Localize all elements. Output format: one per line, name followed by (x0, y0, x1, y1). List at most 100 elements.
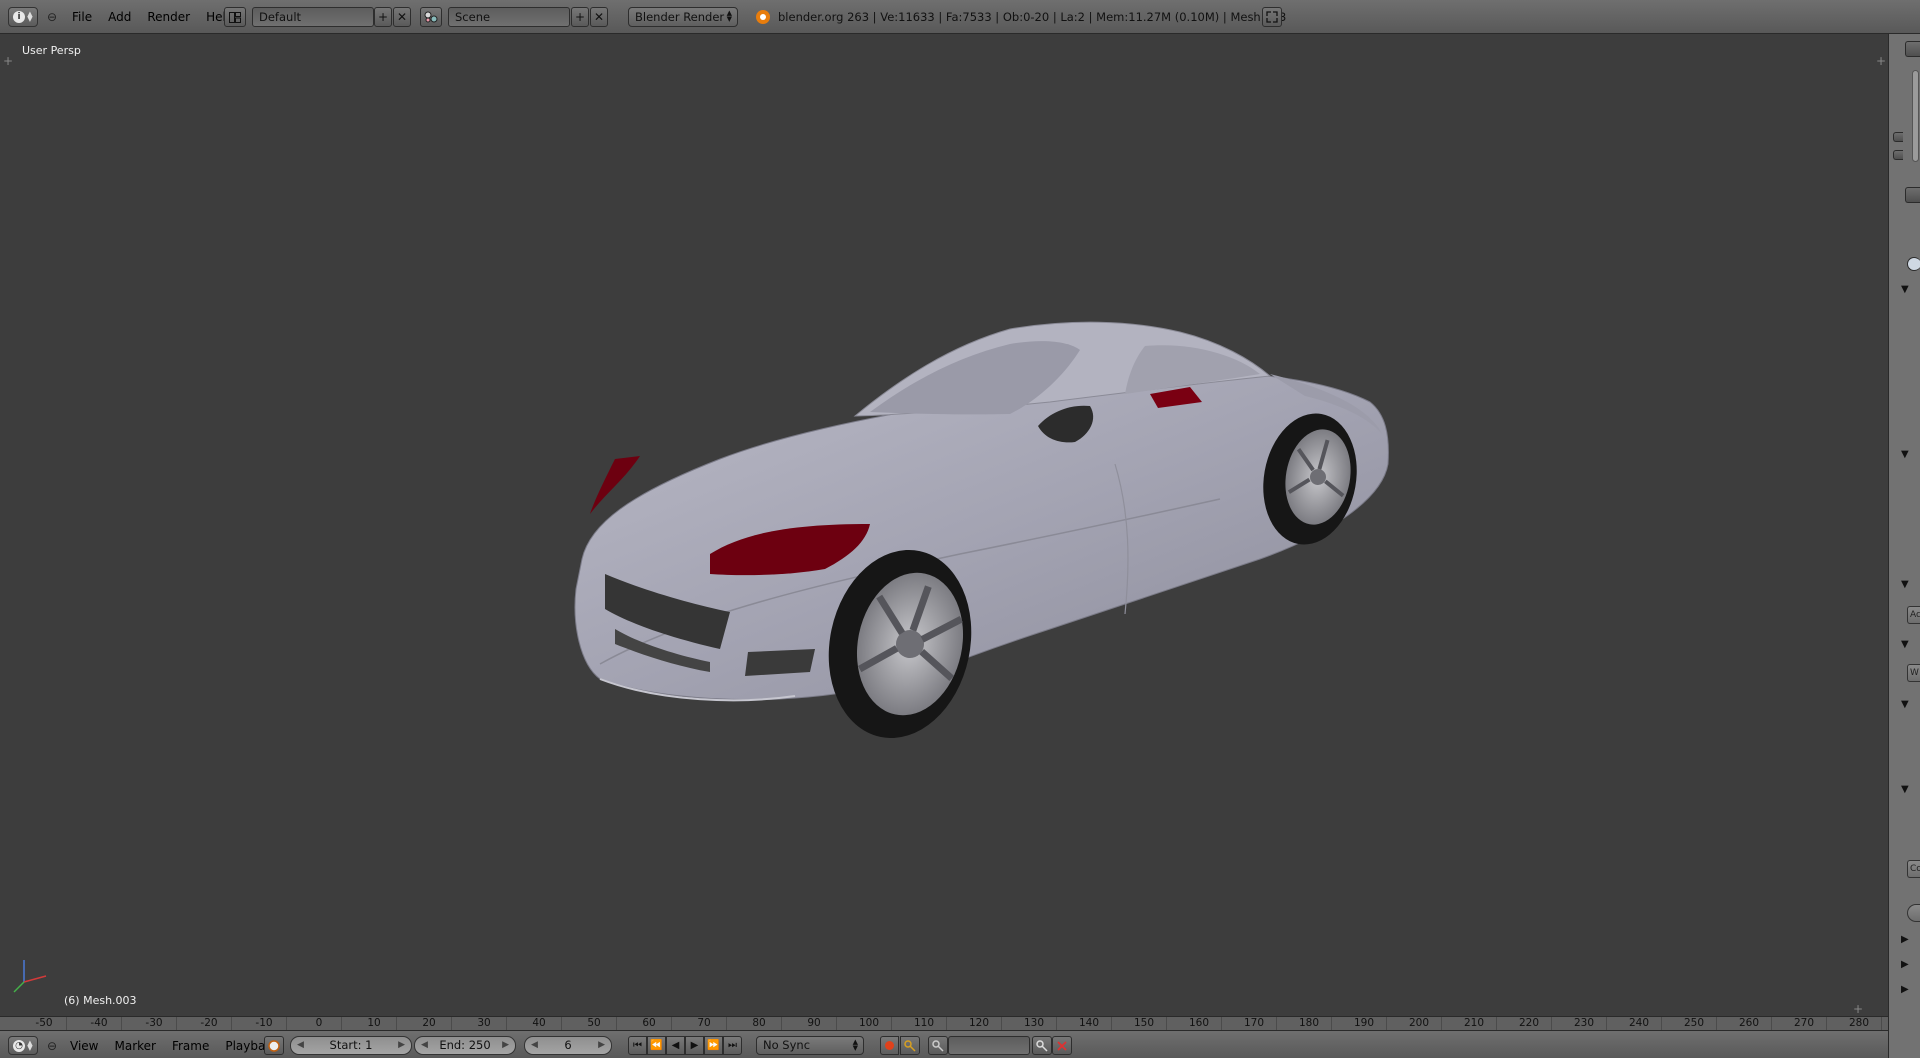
panel-expand-icon[interactable]: ▶ (1901, 934, 1909, 945)
timeline-header: ◔ ▲ ▼ ⊖ View Marker Frame Playback ◀ Star… (0, 1030, 1888, 1058)
ruler-tick-label: -30 (145, 1017, 163, 1029)
ruler-gridline (726, 1017, 727, 1030)
sync-mode-select[interactable]: No Sync ▲ ▼ (756, 1036, 864, 1055)
panel-collapse-icon[interactable]: ▼ (1901, 639, 1909, 650)
add-scene-button[interactable]: + (571, 7, 589, 27)
3d-viewport[interactable]: User Persp + + + (6) Mesh.003 (0, 34, 1888, 1016)
ruler-gridline (1661, 1017, 1662, 1030)
delete-scene-button[interactable]: ✕ (590, 7, 608, 27)
active-keying-set-field[interactable] (948, 1036, 1030, 1055)
menu-file[interactable]: File (64, 7, 100, 27)
clipped-slider[interactable] (1907, 904, 1920, 922)
ruler-gridline (396, 1017, 397, 1030)
current-frame-field[interactable]: ◀ 6 ▶ (524, 1036, 612, 1055)
ruler-gridline (616, 1017, 617, 1030)
clock-icon: ◔ (13, 1039, 25, 1052)
decrement-arrow-icon[interactable]: ◀ (531, 1037, 538, 1054)
jump-to-next-keyframe-button[interactable]: ⏩ (704, 1036, 723, 1055)
play-reverse-button[interactable]: ◀ (666, 1036, 685, 1055)
ruler-tick-label: 240 (1628, 1017, 1650, 1029)
scene-field[interactable]: Scene (448, 7, 570, 27)
increment-arrow-icon[interactable]: ▶ (598, 1037, 605, 1054)
ruler-tick-label: 160 (1188, 1017, 1210, 1029)
clipped-button[interactable]: Co (1907, 860, 1920, 878)
axis-gizmo-icon (13, 960, 47, 993)
ruler-tick-label: 140 (1078, 1017, 1100, 1029)
render-engine-select[interactable]: Blender Render ▲ ▼ (628, 7, 738, 27)
panel-collapse-icon[interactable]: ▼ (1901, 579, 1909, 590)
clipped-button[interactable]: W (1907, 664, 1920, 682)
outliner-editor-icon[interactable] (1905, 41, 1920, 57)
fullscreen-toggle-button[interactable] (1262, 7, 1282, 27)
area-split-handle[interactable]: + (3, 54, 13, 68)
properties-editor-icon[interactable] (1905, 187, 1920, 203)
menu-view[interactable]: View (62, 1036, 106, 1055)
area-split-handle[interactable]: + (1853, 1002, 1863, 1016)
decrement-arrow-icon[interactable]: ◀ (421, 1037, 428, 1054)
menu-render[interactable]: Render (139, 7, 198, 27)
panel-collapse-icon[interactable]: ▼ (1901, 699, 1909, 710)
area-split-handle[interactable]: + (1876, 54, 1886, 68)
updown-arrows-icon: ▲ ▼ (726, 9, 732, 23)
editor-type-selector[interactable]: i ▲ ▼ (8, 7, 38, 27)
render-engine-label: Blender Render (635, 10, 725, 24)
ruler-gridline (836, 1017, 837, 1030)
editor-type-selector[interactable]: ◔ ▲ ▼ (8, 1036, 38, 1055)
ruler-tick-label: 90 (807, 1017, 821, 1029)
menu-frame[interactable]: Frame (164, 1036, 217, 1055)
ruler-gridline (1826, 1017, 1827, 1030)
keying-mode-button[interactable] (900, 1036, 920, 1055)
jump-to-start-button[interactable]: ⏮ (628, 1036, 647, 1055)
clipped-button[interactable]: Ac (1907, 606, 1920, 624)
fullscreen-icon (1266, 11, 1278, 23)
keying-set-icon-button[interactable] (928, 1036, 948, 1055)
collapse-menus-icon[interactable]: ⊖ (46, 1036, 58, 1055)
ruler-tick-label: 180 (1298, 1017, 1320, 1029)
end-frame-field[interactable]: ◀ End: 250 ▶ (414, 1036, 516, 1055)
ruler-tick-label: 120 (968, 1017, 990, 1029)
car-mesh[interactable] (570, 284, 1410, 754)
ruler-tick-label: 0 (315, 1017, 323, 1029)
add-screen-button[interactable]: + (374, 7, 392, 27)
panel-collapse-icon[interactable]: ▼ (1901, 784, 1909, 795)
increment-arrow-icon[interactable]: ▶ (398, 1037, 405, 1054)
ruler-tick-label: 260 (1738, 1017, 1760, 1029)
preview-range-toggle[interactable] (264, 1036, 284, 1055)
auto-keying-record-button[interactable] (880, 1036, 899, 1055)
play-button[interactable]: ▶ (685, 1036, 704, 1055)
panel-expand-icon[interactable]: ▶ (1901, 984, 1909, 995)
increment-arrow-icon[interactable]: ▶ (502, 1037, 509, 1054)
screen-layout-field[interactable]: Default (252, 7, 374, 27)
panel-collapse-icon[interactable]: ▼ (1901, 284, 1909, 295)
clock-icon (268, 1039, 280, 1052)
ruler-gridline (121, 1017, 122, 1030)
visibility-icon[interactable] (1893, 132, 1903, 142)
collapse-menus-icon[interactable]: ⊖ (46, 7, 58, 27)
start-frame-field[interactable]: ◀ Start: 1 ▶ (290, 1036, 412, 1055)
jump-to-prev-keyframe-button[interactable]: ⏪ (647, 1036, 666, 1055)
delete-screen-button[interactable]: ✕ (393, 7, 411, 27)
delete-keyframe-button[interactable] (1052, 1036, 1072, 1055)
ruler-gridline (231, 1017, 232, 1030)
world-icon[interactable] (1907, 257, 1920, 271)
key-icon (932, 1039, 944, 1052)
ruler-gridline (1166, 1017, 1167, 1030)
jump-to-end-button[interactable]: ⏭ (723, 1036, 742, 1055)
ruler-tick-label: 280 (1848, 1017, 1870, 1029)
scene-icon[interactable] (420, 7, 442, 27)
timeline-ruler[interactable]: -50 -40 -30 -20 -10 0 10 20 30 40 50 60 70 80 90 100 110… (0, 1016, 1888, 1030)
decrement-arrow-icon[interactable]: ◀ (297, 1037, 304, 1054)
ruler-tick-label: 110 (913, 1017, 935, 1029)
menu-add[interactable]: Add (100, 7, 139, 27)
timeline-menu: View Marker Frame Playback (62, 1036, 287, 1055)
insert-keyframe-button[interactable] (1032, 1036, 1052, 1055)
panel-expand-icon[interactable]: ▶ (1901, 959, 1909, 970)
ruler-gridline (1276, 1017, 1277, 1030)
ruler-gridline (286, 1017, 287, 1030)
outliner-scrollbar[interactable] (1912, 70, 1919, 162)
menu-marker[interactable]: Marker (106, 1036, 163, 1055)
panel-collapse-icon[interactable]: ▼ (1901, 449, 1909, 460)
visibility-icon[interactable] (1893, 150, 1903, 160)
ruler-gridline (891, 1017, 892, 1030)
screen-layout-icon[interactable] (224, 7, 246, 27)
